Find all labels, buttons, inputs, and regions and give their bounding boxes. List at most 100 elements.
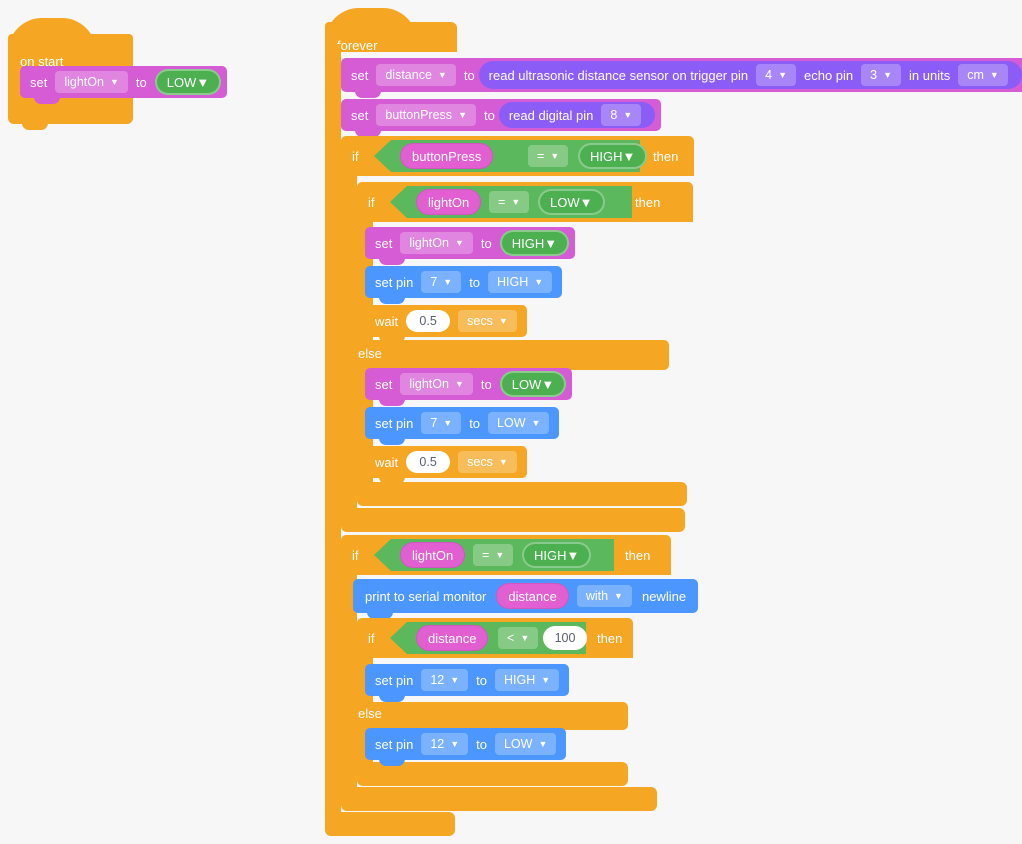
wait-block-2[interactable]: wait 0.5 secs ▼ — [365, 446, 527, 484]
wait-unit-dropdown[interactable]: secs ▼ — [458, 310, 517, 332]
read-digital-pin-block[interactable]: read digital pin 8 ▼ — [498, 102, 656, 128]
pin-state-dropdown[interactable]: HIGH ▼ — [494, 669, 560, 691]
digital-pin-dropdown[interactable]: 8 ▼ — [601, 104, 642, 126]
pin-state-dropdown[interactable]: LOW ▼ — [494, 733, 557, 755]
operand-left-text: lightOn — [428, 194, 470, 210]
to-label: to — [469, 415, 481, 431]
set-label: set — [375, 376, 393, 392]
chevron-down-icon: ▼ — [196, 74, 210, 90]
to-label: to — [480, 376, 492, 392]
operand-left-lightOn[interactable]: lightOn — [400, 542, 466, 568]
operator-dropdown-less-than[interactable]: < ▼ — [498, 627, 539, 649]
chevron-down-icon: ▼ — [623, 109, 633, 120]
chevron-down-icon: ▼ — [614, 590, 623, 601]
then-label: then — [625, 548, 651, 563]
set-pin-7-low-block[interactable]: set pin 7 ▼ to LOW ▼ — [365, 407, 560, 445]
serial-value-distance[interactable]: distance — [496, 583, 569, 609]
pin-state-dropdown[interactable]: HIGH ▼ — [488, 271, 553, 293]
forever-hat-block[interactable]: forever — [325, 8, 457, 53]
wait-unit-value: secs — [467, 314, 493, 328]
terminator-dropdown[interactable]: with ▼ — [576, 585, 632, 607]
pin-state-dropdown[interactable]: LOW ▼ — [488, 412, 550, 434]
if-c-spine — [341, 176, 357, 508]
terminator-label: newline — [641, 588, 687, 604]
variable-dropdown-lightOn[interactable]: lightOn ▼ — [55, 71, 128, 93]
echo-pin-dropdown[interactable]: 3 ▼ — [861, 64, 902, 86]
operator-dropdown-equals[interactable]: = ▼ — [489, 191, 530, 213]
wait-block-1[interactable]: wait 0.5 secs ▼ — [365, 305, 527, 343]
operand-right-text: HIGH — [590, 148, 623, 164]
operand-right-text: HIGH — [534, 547, 567, 563]
condition-distance-less-than-100[interactable]: distance < ▼ 100 — [390, 622, 587, 654]
trigger-pin-dropdown[interactable]: 4 ▼ — [756, 64, 796, 86]
operand-right-low[interactable]: LOW ▼ — [538, 189, 605, 215]
operand-right-high[interactable]: HIGH ▼ — [578, 143, 648, 169]
else-bar — [357, 340, 669, 370]
pin-dropdown[interactable]: 12 ▼ — [421, 669, 469, 691]
value-text: LOW — [511, 376, 542, 392]
read-digital-pin-text: read digital pin — [508, 107, 594, 123]
chevron-down-icon: ▼ — [454, 237, 464, 248]
to-label: to — [463, 67, 475, 83]
serial-value-text: distance — [508, 588, 557, 604]
to-label: to — [469, 274, 481, 290]
variable-name: lightOn — [64, 75, 104, 89]
value-dropdown-high[interactable]: HIGH ▼ — [499, 230, 570, 256]
pin-dropdown[interactable]: 7 ▼ — [421, 271, 462, 293]
pin-dropdown[interactable]: 12 ▼ — [421, 733, 469, 755]
variable-name: lightOn — [409, 377, 449, 391]
serial-print-text: print to serial monitor — [365, 588, 487, 604]
operand-left-lightOn[interactable]: lightOn — [416, 189, 482, 215]
operand-left-distance[interactable]: distance — [416, 625, 489, 651]
forever-label: forever — [337, 38, 378, 53]
pin-value: 7 — [430, 275, 438, 289]
variable-dropdown-distance[interactable]: distance ▼ — [376, 64, 456, 86]
set-pin-7-high-block[interactable]: set pin 7 ▼ to HIGH ▼ — [365, 266, 563, 304]
units-dropdown[interactable]: cm ▼ — [958, 64, 1008, 86]
pin-dropdown[interactable]: 7 ▼ — [421, 412, 462, 434]
wait-seconds-input[interactable]: 0.5 — [406, 451, 451, 473]
variable-dropdown-buttonPress[interactable]: buttonPress ▼ — [376, 104, 476, 126]
operand-left-text: distance — [428, 630, 477, 646]
to-label: to — [135, 74, 147, 90]
digital-pin-value: 8 — [610, 108, 618, 122]
wait-seconds-input[interactable]: 0.5 — [406, 310, 451, 332]
chevron-down-icon: ▼ — [109, 76, 119, 87]
units-value: cm — [967, 68, 984, 82]
wait-unit-dropdown[interactable]: secs ▼ — [458, 451, 517, 473]
set-lightOn-high-block[interactable]: set lightOn ▼ to HIGH ▼ — [365, 227, 576, 265]
operand-right-number-input[interactable]: 100 — [543, 626, 587, 650]
if-else-bottom — [357, 482, 687, 506]
value-dropdown-low[interactable]: LOW ▼ — [154, 69, 222, 95]
operand-left-buttonPress[interactable]: buttonPress — [400, 143, 494, 169]
blocks-workspace[interactable]: on start set lightOn ▼ to LOW ▼ forever — [0, 0, 1022, 844]
set-pin-12-high-block[interactable]: set pin 12 ▼ to HIGH ▼ — [365, 664, 570, 702]
operator-dropdown-equals[interactable]: = ▼ — [528, 145, 569, 167]
condition-lightOn-equals-high[interactable]: lightOn = ▼ HIGH ▼ — [374, 539, 614, 571]
set-pin-12-low-block[interactable]: set pin 12 ▼ to LOW ▼ — [365, 728, 567, 766]
value-text: LOW — [166, 74, 197, 90]
pin-state-value: LOW — [503, 737, 533, 751]
set-pin-label: set pin — [375, 415, 414, 431]
condition-buttonPress-equals-high[interactable]: buttonPress = ▼ HIGH ▼ — [374, 140, 648, 172]
variable-dropdown-lightOn[interactable]: lightOn ▼ — [400, 373, 473, 395]
print-to-serial-monitor-block[interactable]: print to serial monitor distance with ▼ … — [353, 579, 699, 619]
set-buttonPress-block[interactable]: set buttonPress ▼ to read digital pin 8 … — [341, 99, 662, 137]
operator-text: < — [507, 631, 515, 645]
set-label: set — [30, 74, 48, 90]
set-distance-block[interactable]: set distance ▼ to read ultrasonic distan… — [341, 58, 1022, 98]
condition-lightOn-equals-low[interactable]: lightOn = ▼ LOW ▼ — [390, 186, 632, 218]
operator-dropdown-equals[interactable]: = ▼ — [473, 544, 514, 566]
chevron-down-icon: ▼ — [498, 456, 508, 467]
operand-right-high[interactable]: HIGH ▼ — [522, 542, 592, 568]
then-label: then — [597, 631, 623, 646]
read-ultrasonic-distance-sensor-block[interactable]: read ultrasonic distance sensor on trigg… — [478, 61, 1022, 89]
to-label: to — [476, 736, 487, 752]
value-dropdown-low[interactable]: LOW ▼ — [499, 371, 567, 397]
variable-dropdown-lightOn[interactable]: lightOn ▼ — [400, 232, 473, 254]
chevron-down-icon: ▼ — [437, 69, 447, 80]
operator-text: = — [537, 149, 545, 163]
trigger-pin-value: 4 — [765, 68, 773, 82]
set-lightOn-low-block[interactable]: set lightOn ▼ to LOW ▼ — [365, 368, 573, 406]
set-lightOn-block[interactable]: set lightOn ▼ to LOW ▼ — [20, 66, 228, 104]
